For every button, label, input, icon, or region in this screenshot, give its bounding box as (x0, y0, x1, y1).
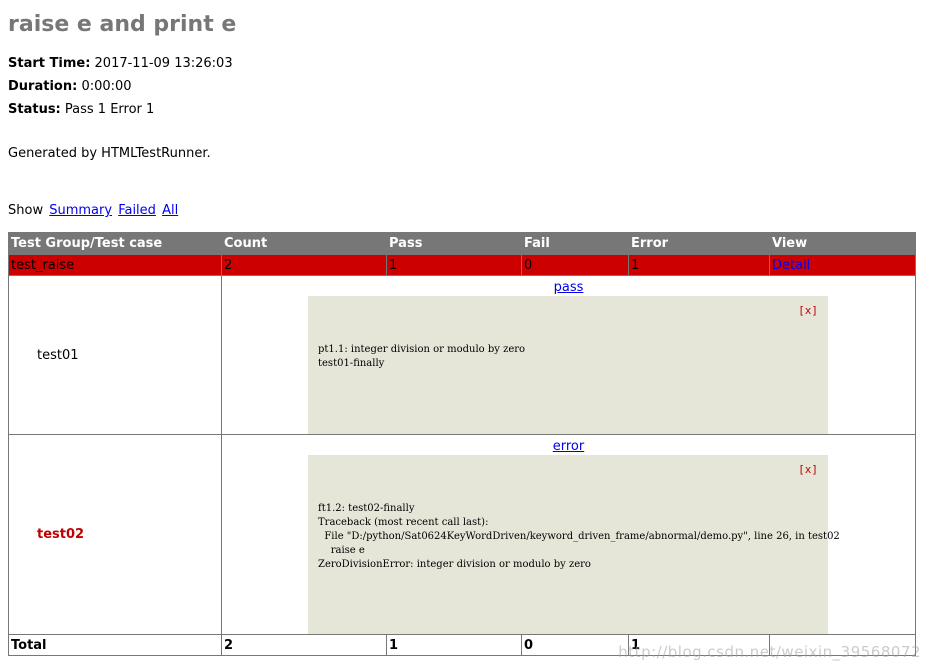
generated-by-text: Generated by HTMLTestRunner. (8, 146, 211, 161)
header-count: Count (221, 232, 387, 255)
error-status-link[interactable]: error (222, 439, 915, 454)
total-label: Total (8, 634, 222, 656)
duration-label: Duration: (8, 79, 78, 94)
total-error: 1 (628, 634, 770, 656)
header-test-group: Test Group/Test case (8, 232, 222, 255)
show-all-link[interactable]: All (162, 203, 178, 218)
show-summary-link[interactable]: Summary (49, 203, 112, 218)
close-popup-button[interactable]: [x] (798, 463, 818, 476)
start-time-value: 2017-11-09 13:26:03 (94, 56, 233, 71)
class-name: test_raise (8, 254, 222, 276)
class-error: 1 (628, 254, 770, 276)
pass-status-link[interactable]: pass (222, 280, 915, 295)
test-output-text: ft1.2: test02-finally Traceback (most re… (318, 503, 840, 570)
duration-value: 0:00:00 (81, 79, 132, 94)
total-view-empty (769, 634, 916, 656)
test-case-name: test02 (8, 434, 222, 635)
start-time-attribute: Start Time: 2017-11-09 13:26:03 (8, 56, 233, 71)
total-row: Total 2 1 0 1 (8, 634, 916, 656)
test-output-text: pt1.1: integer division or modulo by zer… (318, 344, 526, 369)
class-fail: 0 (521, 254, 629, 276)
test-case-name: test01 (8, 275, 222, 435)
class-view-cell: Detail (769, 254, 916, 276)
header-error: Error (628, 232, 770, 255)
result-table: Test Group/Test case Count Pass Fail Err… (8, 232, 916, 656)
total-count: 2 (221, 634, 387, 656)
output-popup: [x] pt1.1: integer division or modulo by… (308, 296, 828, 434)
status-attribute: Status: Pass 1 Error 1 (8, 102, 154, 117)
header-view: View (769, 232, 916, 255)
start-time-label: Start Time: (8, 56, 91, 71)
status-label: Status: (8, 102, 61, 117)
show-filter-bar: Show Summary Failed All (8, 203, 178, 218)
status-value: Pass 1 Error 1 (64, 102, 155, 117)
result-header-row: Test Group/Test case Count Pass Fail Err… (8, 232, 916, 255)
test-case-row: test02 error [x] ft1.2: test02-finally T… (8, 434, 916, 635)
test-class-row: test_raise 2 1 0 1 Detail (8, 254, 916, 276)
header-fail: Fail (521, 232, 629, 255)
class-count: 2 (221, 254, 387, 276)
total-fail: 0 (521, 634, 629, 656)
test-case-detail-cell: error [x] ft1.2: test02-finally Tracebac… (221, 434, 916, 635)
close-popup-button[interactable]: [x] (798, 304, 818, 317)
output-popup: [x] ft1.2: test02-finally Traceback (mos… (308, 455, 840, 634)
total-pass: 1 (386, 634, 522, 656)
class-pass: 1 (386, 254, 522, 276)
test-case-detail-cell: pass [x] pt1.1: integer division or modu… (221, 275, 916, 435)
duration-attribute: Duration: 0:00:00 (8, 79, 132, 94)
header-pass: Pass (386, 232, 522, 255)
test-case-row: test01 pass [x] pt1.1: integer division … (8, 275, 916, 435)
show-failed-link[interactable]: Failed (118, 203, 156, 218)
detail-link[interactable]: Detail (772, 258, 810, 273)
show-label: Show (8, 203, 44, 218)
page-title: raise e and print e (8, 12, 237, 37)
